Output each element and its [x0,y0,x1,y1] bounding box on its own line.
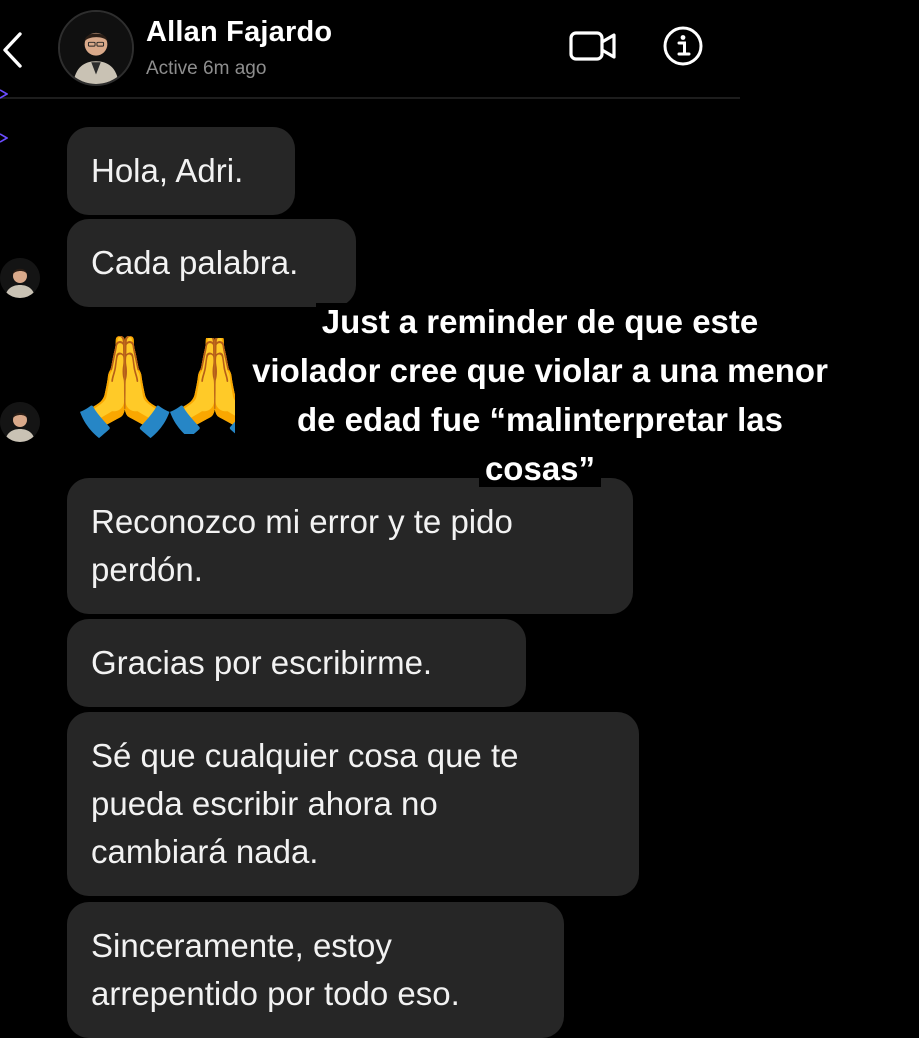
chevron-left-icon [3,32,22,68]
message-bubble[interactable]: Sé que cualquier cosa que te pueda escri… [67,712,639,896]
video-call-button[interactable] [568,28,618,64]
message-text-line: arrepentido por todo eso. [91,975,460,1012]
message-text: Hola, Adri. [91,152,244,189]
info-icon [663,26,703,66]
message-bubble[interactable]: Reconozco mi error y te pido perdón. [67,478,633,614]
sender-avatar[interactable] [0,258,40,298]
contact-avatar[interactable] [58,10,134,86]
message-text-line: perdón. [91,551,203,588]
person-avatar-image [0,258,40,298]
message-text-line: Sinceramente, estoy [91,927,392,964]
video-camera-icon [569,31,616,61]
message-text-line: pueda escribir ahora no [91,785,438,822]
caption-line: de edad fue “malinterpretar las [291,401,789,438]
message-text-line: cambiará nada. [91,833,319,870]
overlay-caption: Just a reminder de que este violador cre… [200,297,880,493]
message-text: Cada palabra. [91,244,299,281]
message-bubble[interactable]: Cada palabra. [67,219,356,307]
conversation-info-button[interactable] [662,25,704,67]
person-avatar-image [0,402,40,442]
chat-header: Allan Fajardo Active 6m ago [0,0,919,100]
edge-mark [0,86,9,99]
person-avatar-image [60,12,132,84]
message-text: Gracias por escribirme. [91,644,433,681]
contact-name[interactable]: Allan Fajardo [146,16,332,49]
message-bubble[interactable]: Hola, Adri. [67,127,295,215]
caption-line: cosas” [478,450,602,487]
caption-line: violador cree que violar a una menor [246,352,834,389]
back-button[interactable] [0,28,26,72]
activity-status: Active 6m ago [146,58,267,79]
message-bubble[interactable]: Gracias por escribirme. [67,619,526,707]
message-bubble[interactable]: Sinceramente, estoy arrepentido por todo… [67,902,564,1038]
message-text-line: Sé que cualquier cosa que te [91,737,519,774]
sender-avatar[interactable] [0,402,40,442]
edge-mark [0,130,9,143]
message-text-line: Reconozco mi error y te pido [91,503,513,540]
caption-line: Just a reminder de que este [315,303,765,340]
header-divider [0,97,740,99]
